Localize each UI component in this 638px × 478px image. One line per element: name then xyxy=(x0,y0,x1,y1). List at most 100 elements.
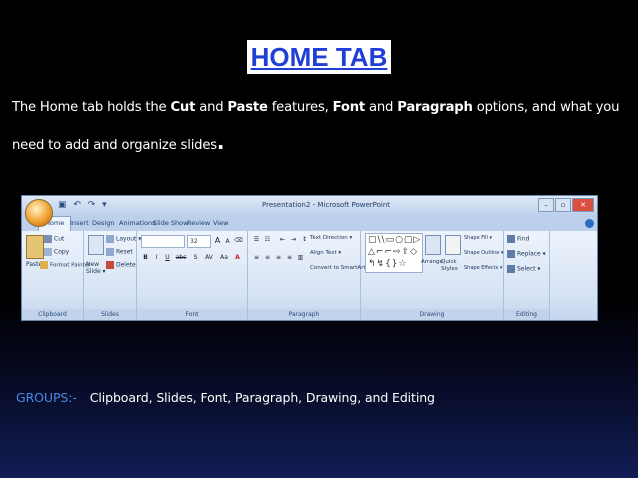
replace-button[interactable]: Replace ▾ xyxy=(507,250,546,258)
quick-styles-icon[interactable] xyxy=(445,235,461,255)
shape-outline-button[interactable]: Shape Outline ▾ xyxy=(464,250,503,256)
brush-icon xyxy=(40,261,48,269)
group-drawing: ▢\\▭○▢▷ △⌐⌐⇨⇧◇ ↰↯{}☆ Arrange Quick Style… xyxy=(361,231,504,320)
tab-view[interactable]: View xyxy=(213,219,228,227)
group-slides: New Slide ▾ Layout ▾ Reset Delete Slides xyxy=(84,231,141,320)
clear-format-icon[interactable]: ⌫ xyxy=(234,236,243,245)
font-color-button[interactable]: A xyxy=(233,253,242,262)
shape-effects-button[interactable]: Shape Effects ▾ xyxy=(464,265,502,271)
text-direction-button[interactable]: Text Direction ▾ xyxy=(310,235,352,241)
quick-access-toolbar[interactable]: ▣ ↶ ↷ ▾ xyxy=(58,200,109,210)
delete-label: Delete xyxy=(116,261,136,269)
shapes-row: ▢\\▭○▢▷ xyxy=(368,235,422,245)
shrink-font-button[interactable]: A xyxy=(223,237,232,246)
desc-paragraph: Paragraph xyxy=(397,100,473,115)
tab-animations[interactable]: Animations xyxy=(119,219,156,227)
desc-period: . xyxy=(216,130,225,154)
change-case-button[interactable]: Aa xyxy=(218,253,230,262)
desc-text: features, xyxy=(267,100,333,115)
tab-design[interactable]: Design xyxy=(92,219,114,227)
close-icon[interactable]: ✕ xyxy=(572,198,594,212)
replace-label: Replace ▾ xyxy=(517,250,546,258)
desc-font: Font xyxy=(332,100,366,115)
new-slide-icon[interactable] xyxy=(88,235,104,255)
quick-styles-button[interactable]: Quick Styles xyxy=(441,259,463,273)
tab-slide-show[interactable]: Slide Show xyxy=(153,219,188,227)
align-right-icon[interactable]: ≡ xyxy=(274,253,283,262)
group-label-editing: Editing xyxy=(504,309,549,320)
binoculars-icon xyxy=(507,235,515,243)
help-icon[interactable] xyxy=(585,219,594,228)
select-arrow-icon xyxy=(507,265,515,273)
arrange-icon[interactable] xyxy=(425,235,441,255)
group-label-slides: Slides xyxy=(84,309,136,320)
decrease-indent-icon[interactable]: ⇤ xyxy=(278,235,287,244)
bullets-icon[interactable]: ☰ xyxy=(252,235,261,244)
bold-button[interactable]: B xyxy=(141,253,150,262)
increase-indent-icon[interactable]: ⇥ xyxy=(289,235,298,244)
arrange-button[interactable]: Arrange xyxy=(421,259,443,265)
description: The Home tab holds the Cut and Paste fea… xyxy=(12,91,630,163)
justify-icon[interactable]: ≡ xyxy=(285,253,294,262)
copy-button[interactable]: Copy xyxy=(44,248,69,256)
delete-icon xyxy=(106,261,114,269)
shapes-gallery[interactable]: ▢\\▭○▢▷ △⌐⌐⇨⇧◇ ↰↯{}☆ xyxy=(365,233,423,273)
format-painter-button[interactable]: Format Painter xyxy=(40,261,90,269)
window-title: Presentation2 - Microsoft PowerPoint xyxy=(262,201,391,209)
slide-title-text: HOME TAB xyxy=(246,40,392,74)
office-button-icon[interactable] xyxy=(25,199,53,227)
scissors-icon xyxy=(44,235,52,243)
desc-paste: Paste xyxy=(227,100,268,115)
grow-font-button[interactable]: A xyxy=(213,236,222,245)
reset-label: Reset xyxy=(116,248,133,256)
line-spacing-icon[interactable]: ↕ xyxy=(300,235,309,244)
select-button[interactable]: Select ▾ xyxy=(507,265,540,273)
group-font: 32 A A ⌫ B I U abc S AV Aa A Font xyxy=(137,231,248,320)
group-editing: Find Replace ▾ Select ▾ Editing xyxy=(504,231,550,320)
shadow-button[interactable]: S xyxy=(191,253,200,262)
ribbon-tabs: Home Insert Design Animations Slide Show… xyxy=(22,216,597,232)
align-center-icon[interactable]: ≡ xyxy=(263,253,272,262)
align-left-icon[interactable]: ≡ xyxy=(252,253,261,262)
char-spacing-button[interactable]: AV xyxy=(203,253,215,262)
reset-icon xyxy=(106,248,114,256)
delete-button[interactable]: Delete xyxy=(106,261,136,269)
font-size-combo[interactable]: 32 xyxy=(187,235,211,248)
paste-icon[interactable] xyxy=(26,235,44,259)
select-label: Select ▾ xyxy=(517,265,541,273)
font-size-value: 32 xyxy=(190,238,198,245)
minimize-icon[interactable]: – xyxy=(538,198,554,212)
tab-insert[interactable]: Insert xyxy=(70,219,89,227)
group-clipboard: Paste Cut Copy Format Painter Clipboard xyxy=(22,231,90,320)
ribbon-screenshot: ▣ ↶ ↷ ▾ Presentation2 - Microsoft PowerP… xyxy=(21,195,598,321)
reset-button[interactable]: Reset xyxy=(106,248,133,256)
find-button[interactable]: Find xyxy=(507,235,529,243)
cut-button[interactable]: Cut xyxy=(44,235,64,243)
maximize-icon[interactable]: ▫ xyxy=(555,198,571,212)
italic-button[interactable]: I xyxy=(152,253,161,262)
font-name-combo[interactable] xyxy=(141,235,185,248)
strikethrough-button[interactable]: abc xyxy=(174,253,188,262)
group-label-drawing: Drawing xyxy=(361,309,503,320)
group-label-font: Font xyxy=(137,309,247,320)
underline-button[interactable]: U xyxy=(163,253,172,262)
desc-text: The Home tab holds the xyxy=(12,100,171,115)
tab-review[interactable]: Review xyxy=(187,219,210,227)
align-text-button[interactable]: Align Text ▾ xyxy=(310,250,341,256)
shape-fill-button[interactable]: Shape Fill ▾ xyxy=(464,235,492,241)
group-paragraph: ☰ ☷ ⇤ ⇥ ↕ ≡ ≡ ≡ ≡ ▥ Text Direction ▾ Ali… xyxy=(248,231,370,320)
new-slide-button[interactable]: New Slide ▾ xyxy=(86,261,106,275)
desc-text: and xyxy=(365,100,398,115)
find-label: Find xyxy=(517,235,530,243)
desc-cut: Cut xyxy=(170,100,196,115)
columns-icon[interactable]: ▥ xyxy=(296,253,305,262)
numbering-icon[interactable]: ☷ xyxy=(263,235,272,244)
window-titlebar: ▣ ↶ ↷ ▾ Presentation2 - Microsoft PowerP… xyxy=(22,196,597,216)
desc-text: and xyxy=(195,100,228,115)
shapes-row: ↰↯{}☆ xyxy=(368,259,408,269)
groups-line: GROUPS:- Clipboard, Slides, Font, Paragra… xyxy=(16,390,435,405)
replace-icon xyxy=(507,250,515,258)
slide-title: HOME TAB xyxy=(0,40,638,74)
groups-label: GROUPS:- xyxy=(16,390,77,405)
copy-label: Copy xyxy=(54,248,70,256)
